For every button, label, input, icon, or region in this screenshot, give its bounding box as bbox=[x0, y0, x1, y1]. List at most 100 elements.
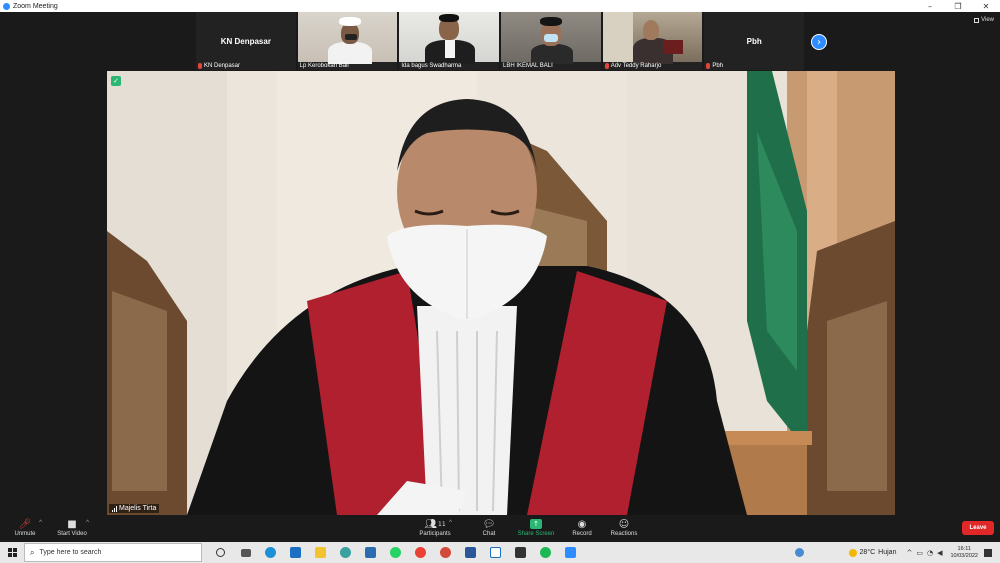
cortana-icon[interactable] bbox=[208, 542, 233, 563]
meeting-area: KN Denpasar KN Denpasar Lp Kerobokan Bal… bbox=[0, 12, 1000, 515]
participant-tile[interactable]: Lp Kerobokan Bali bbox=[297, 12, 398, 70]
task-view-icon[interactable] bbox=[233, 542, 258, 563]
clock-time: 16:11 bbox=[957, 545, 971, 552]
taskbar-clock[interactable]: 16:11 10/03/2022 bbox=[950, 546, 978, 560]
grid-view-icon bbox=[974, 17, 980, 23]
store-icon[interactable] bbox=[358, 542, 383, 563]
muted-mic-icon bbox=[706, 63, 711, 69]
window-controls: – ❐ ✕ bbox=[916, 0, 1000, 12]
view-button[interactable]: View bbox=[974, 17, 994, 23]
chevron-up-icon[interactable]: ^ bbox=[449, 520, 452, 526]
participant-tile[interactable]: LBH IKEMAL BALI bbox=[501, 12, 601, 70]
participants-count: 11 bbox=[438, 520, 446, 528]
participant-name: LBH IKEMAL BALI bbox=[503, 63, 553, 69]
main-speaker-video: ✓ Majelis Tirta bbox=[107, 71, 895, 515]
chevron-up-icon[interactable]: ^ bbox=[39, 520, 42, 526]
edge-browser-icon[interactable] bbox=[258, 542, 283, 563]
sticky-notes-icon[interactable] bbox=[508, 542, 533, 563]
chrome-icon[interactable] bbox=[408, 542, 433, 563]
thumbnail-strip: KN Denpasar KN Denpasar Lp Kerobokan Bal… bbox=[196, 12, 805, 70]
chevron-up-icon[interactable]: ^ bbox=[906, 549, 912, 557]
meeting-controls-bar: 🎤︎ Unmute ^ ■ Start Video ^ 👥︎ 11 Partici… bbox=[0, 515, 1000, 542]
share-screen-icon: ↑ bbox=[530, 517, 542, 531]
participants-button[interactable]: 👥︎ 11 Participants ^ bbox=[410, 517, 460, 538]
participant-tile[interactable]: KN Denpasar KN Denpasar bbox=[196, 12, 296, 70]
encryption-shield-icon[interactable]: ✓ bbox=[111, 76, 121, 86]
chat-label: Chat bbox=[482, 531, 496, 537]
participants-label: Participants bbox=[419, 531, 451, 537]
participant-name: Adv Teddy Raharjo bbox=[610, 63, 662, 69]
share-screen-button[interactable]: ↑ Share Screen bbox=[511, 517, 561, 537]
next-page-button[interactable]: › bbox=[811, 34, 827, 50]
weather-widget[interactable]: 28°C Hujan bbox=[848, 548, 897, 557]
mail-icon[interactable] bbox=[283, 542, 308, 563]
word-icon[interactable] bbox=[458, 542, 483, 563]
wifi-icon[interactable]: ◔ bbox=[927, 549, 933, 557]
windows-taskbar: ⌕ Type here to search 28°C Hujan ^ ▭ ◔ ◀… bbox=[0, 542, 1000, 563]
muted-mic-icon bbox=[198, 63, 202, 69]
weather-temp: 28°C bbox=[859, 549, 876, 556]
reactions-icon: ☺ bbox=[618, 518, 630, 530]
participant-video bbox=[602, 12, 703, 64]
windows-logo-icon bbox=[7, 548, 17, 557]
speaker-name-label: Majelis Tirta bbox=[109, 504, 160, 513]
weather-rain-icon bbox=[848, 548, 857, 557]
participant-name: Lp Kerobokan Bali bbox=[299, 63, 349, 69]
chevron-right-icon: › bbox=[817, 36, 821, 48]
participant-tile[interactable]: Adv Teddy Raharjo bbox=[602, 12, 703, 70]
start-video-button[interactable]: ■ Start Video ^ bbox=[47, 517, 97, 538]
whatsapp-icon[interactable] bbox=[383, 542, 408, 563]
record-icon: ◉ bbox=[577, 518, 587, 530]
window-title-bar: Zoom Meeting – ❐ ✕ bbox=[0, 0, 1000, 12]
reactions-label: Reactions bbox=[610, 531, 638, 537]
participant-display-name: Pbh bbox=[746, 36, 762, 46]
weather-desc: Hujan bbox=[878, 549, 897, 556]
search-placeholder: Type here to search bbox=[39, 549, 102, 556]
participant-tile[interactable]: Pbh Pbh bbox=[704, 12, 805, 70]
participant-tile[interactable]: Ida bagus Swadharma bbox=[399, 12, 500, 70]
chrome-profile-icon[interactable] bbox=[433, 542, 458, 563]
unmute-button[interactable]: 🎤︎ Unmute ^ bbox=[0, 517, 50, 538]
participant-video bbox=[297, 12, 398, 64]
taskbar-search-box[interactable]: ⌕ Type here to search bbox=[24, 543, 202, 562]
muted-microphone-icon: 🎤︎ bbox=[18, 518, 32, 530]
record-label: Record bbox=[572, 531, 592, 537]
zoom-app-icon[interactable] bbox=[558, 542, 583, 563]
speaker-video-frame bbox=[107, 71, 895, 515]
participant-name: KN Denpasar bbox=[204, 63, 241, 69]
clock-date: 10/03/2022 bbox=[950, 552, 978, 559]
minimize-icon[interactable]: – bbox=[916, 0, 944, 12]
participant-display-name: KN Denpasar bbox=[220, 36, 271, 46]
maximize-icon[interactable]: ❐ bbox=[944, 0, 972, 12]
video-off-icon: ■ bbox=[67, 518, 77, 530]
participants-icon: 👥︎ 11 bbox=[424, 518, 446, 530]
chat-icon: 💬︎ bbox=[482, 518, 496, 530]
notification-icon[interactable] bbox=[984, 548, 992, 557]
volume-icon[interactable]: ◀ bbox=[937, 549, 942, 557]
start-button[interactable] bbox=[0, 542, 24, 563]
spotify-icon[interactable] bbox=[533, 542, 558, 563]
leave-button[interactable]: Leave bbox=[962, 521, 994, 535]
close-icon[interactable]: ✕ bbox=[972, 0, 1000, 12]
chat-button[interactable]: 💬︎ Chat bbox=[464, 517, 514, 538]
display-icon[interactable]: ▭ bbox=[916, 549, 923, 557]
share-screen-label: Share Screen bbox=[517, 531, 555, 537]
window-title: Zoom Meeting bbox=[13, 2, 58, 10]
participant-video bbox=[399, 12, 500, 64]
participant-name: Pbh bbox=[712, 63, 724, 69]
zoom-logo-icon bbox=[3, 2, 10, 10]
signal-strength-icon bbox=[112, 505, 117, 512]
search-icon: ⌕ bbox=[30, 547, 35, 557]
view-label: View bbox=[981, 17, 994, 23]
unmute-label: Unmute bbox=[14, 531, 36, 537]
app-icon[interactable] bbox=[333, 542, 358, 563]
reactions-button[interactable]: ☺ Reactions bbox=[599, 517, 649, 538]
dropbox-icon[interactable] bbox=[483, 542, 508, 563]
taskbar-pinned-apps bbox=[208, 542, 583, 563]
chevron-up-icon[interactable]: ^ bbox=[86, 520, 89, 526]
speaker-name: Majelis Tirta bbox=[119, 505, 157, 512]
network-status-icon[interactable] bbox=[791, 542, 809, 563]
participant-video bbox=[501, 12, 601, 64]
file-explorer-icon[interactable] bbox=[308, 542, 333, 563]
participant-name: Ida bagus Swadharma bbox=[401, 63, 462, 69]
